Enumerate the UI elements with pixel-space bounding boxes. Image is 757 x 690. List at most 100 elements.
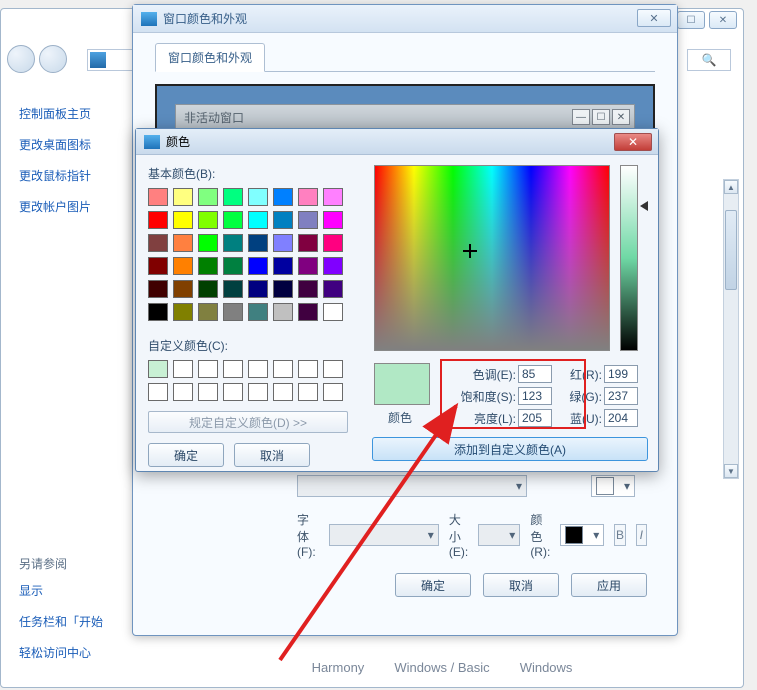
basic-color-swatch[interactable]	[223, 234, 243, 252]
basic-color-swatch[interactable]	[223, 188, 243, 206]
basic-color-swatch[interactable]	[173, 280, 193, 298]
basic-color-swatch[interactable]	[223, 303, 243, 321]
italic-button[interactable]: I	[636, 524, 647, 546]
color-cancel-button[interactable]: 取消	[234, 443, 310, 467]
item-combo[interactable]	[297, 475, 527, 497]
red-input[interactable]: 199	[604, 365, 638, 383]
basic-color-swatch[interactable]	[148, 234, 168, 252]
custom-color-swatch[interactable]	[148, 383, 168, 401]
basic-color-swatch[interactable]	[248, 188, 268, 206]
hue-input[interactable]: 85	[518, 365, 552, 383]
bold-button[interactable]: B	[614, 524, 625, 546]
sidebar-link[interactable]: 更改帐户图片	[19, 198, 129, 215]
custom-color-swatch[interactable]	[198, 383, 218, 401]
maximize-button[interactable]: ☐	[677, 11, 705, 29]
basic-color-swatch[interactable]	[148, 303, 168, 321]
sidebar-link[interactable]: 更改桌面图标	[19, 136, 129, 153]
scroll-thumb[interactable]	[725, 210, 737, 290]
color-dialog-titlebar[interactable]: 颜色 ✕	[136, 129, 658, 155]
basic-color-swatch[interactable]	[148, 280, 168, 298]
font-combo[interactable]	[329, 524, 439, 546]
basic-color-swatch[interactable]	[298, 234, 318, 252]
custom-color-swatch[interactable]	[273, 383, 293, 401]
basic-color-swatch[interactable]	[323, 234, 343, 252]
basic-color-swatch[interactable]	[248, 280, 268, 298]
basic-color-swatch[interactable]	[248, 234, 268, 252]
custom-color-swatch[interactable]	[248, 360, 268, 378]
custom-color-swatch[interactable]	[273, 360, 293, 378]
basic-color-swatch[interactable]	[273, 188, 293, 206]
tab-appearance[interactable]: 窗口颜色和外观	[155, 43, 265, 72]
forward-button[interactable]	[39, 45, 67, 73]
appearance-titlebar[interactable]: 窗口颜色和外观 ✕	[133, 5, 677, 33]
basic-color-swatch[interactable]	[198, 234, 218, 252]
appearance-close-button[interactable]: ✕	[637, 9, 671, 27]
basic-color-swatch[interactable]	[148, 188, 168, 206]
basic-color-swatch[interactable]	[298, 257, 318, 275]
custom-color-swatch[interactable]	[248, 383, 268, 401]
basic-color-swatch[interactable]	[273, 234, 293, 252]
basic-color-swatch[interactable]	[273, 280, 293, 298]
blue-input[interactable]: 204	[604, 409, 638, 427]
basic-color-swatch[interactable]	[198, 280, 218, 298]
basic-color-swatch[interactable]	[223, 257, 243, 275]
luminance-slider[interactable]	[620, 165, 638, 351]
sidebar-link[interactable]: 显示	[19, 582, 129, 599]
lum-input[interactable]: 205	[518, 409, 552, 427]
basic-color-swatch[interactable]	[223, 280, 243, 298]
basic-color-swatch[interactable]	[173, 234, 193, 252]
apply-button[interactable]: 应用	[571, 573, 647, 597]
sidebar-link[interactable]: 更改鼠标指针	[19, 167, 129, 184]
define-custom-button[interactable]: 规定自定义颜色(D) >>	[148, 411, 348, 433]
close-button[interactable]: ✕	[709, 11, 737, 29]
green-input[interactable]: 237	[604, 387, 638, 405]
basic-color-swatch[interactable]	[298, 188, 318, 206]
custom-color-swatch[interactable]	[298, 360, 318, 378]
basic-color-swatch[interactable]	[173, 257, 193, 275]
custom-color-swatch[interactable]	[173, 383, 193, 401]
custom-color-swatch[interactable]	[148, 360, 168, 378]
basic-color-swatch[interactable]	[298, 280, 318, 298]
cancel-button[interactable]: 取消	[483, 573, 559, 597]
basic-color-swatch[interactable]	[223, 211, 243, 229]
size-combo[interactable]	[478, 524, 520, 546]
basic-color-swatch[interactable]	[198, 188, 218, 206]
scrollbar[interactable]: ▲ ▼	[723, 179, 739, 479]
custom-color-swatch[interactable]	[173, 360, 193, 378]
basic-color-swatch[interactable]	[323, 188, 343, 206]
sat-input[interactable]: 123	[518, 387, 552, 405]
hue-sat-picker[interactable]	[374, 165, 610, 351]
font-color-combo[interactable]	[560, 524, 604, 546]
color-ok-button[interactable]: 确定	[148, 443, 224, 467]
basic-color-swatch[interactable]	[198, 211, 218, 229]
ok-button[interactable]: 确定	[395, 573, 471, 597]
add-to-custom-button[interactable]: 添加到自定义颜色(A)	[372, 437, 648, 461]
basic-color-swatch[interactable]	[173, 211, 193, 229]
sidebar-home[interactable]: 控制面板主页	[19, 105, 129, 122]
sidebar-link[interactable]: 任务栏和「开始	[19, 613, 129, 630]
basic-color-swatch[interactable]	[148, 257, 168, 275]
basic-color-swatch[interactable]	[323, 211, 343, 229]
custom-color-swatch[interactable]	[323, 383, 343, 401]
custom-color-swatch[interactable]	[223, 360, 243, 378]
basic-color-swatch[interactable]	[173, 188, 193, 206]
basic-color-swatch[interactable]	[323, 280, 343, 298]
sidebar-link[interactable]: 轻松访问中心	[19, 644, 129, 661]
basic-color-swatch[interactable]	[323, 303, 343, 321]
scroll-up-button[interactable]: ▲	[724, 180, 738, 194]
custom-color-swatch[interactable]	[323, 360, 343, 378]
custom-color-swatch[interactable]	[298, 383, 318, 401]
basic-color-swatch[interactable]	[273, 257, 293, 275]
basic-color-swatch[interactable]	[298, 211, 318, 229]
basic-color-swatch[interactable]	[323, 257, 343, 275]
basic-color-swatch[interactable]	[248, 303, 268, 321]
basic-color-swatch[interactable]	[298, 303, 318, 321]
back-button[interactable]	[7, 45, 35, 73]
scroll-down-button[interactable]: ▼	[724, 464, 738, 478]
custom-color-swatch[interactable]	[223, 383, 243, 401]
basic-color-swatch[interactable]	[273, 303, 293, 321]
custom-color-swatch[interactable]	[198, 360, 218, 378]
basic-color-swatch[interactable]	[148, 211, 168, 229]
color-dialog-close-button[interactable]: ✕	[614, 133, 652, 151]
basic-color-swatch[interactable]	[273, 211, 293, 229]
